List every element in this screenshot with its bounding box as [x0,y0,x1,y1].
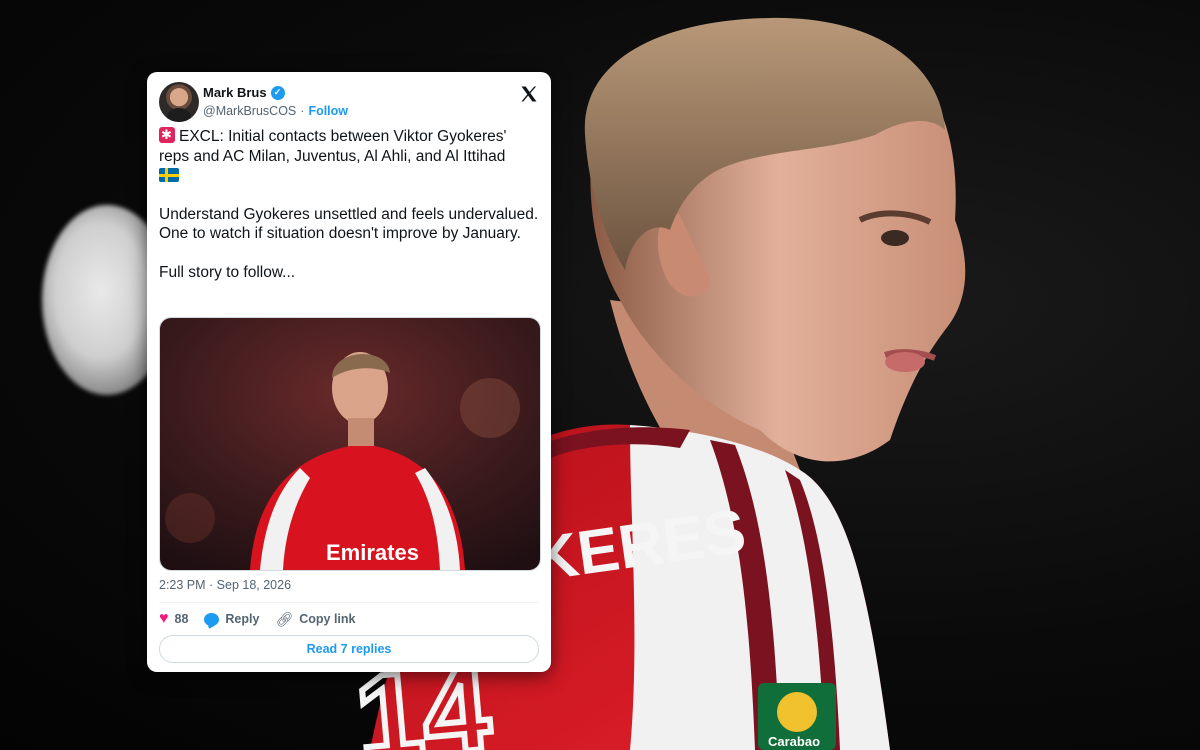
author-name[interactable]: Mark Brus [203,85,267,100]
read-replies-button[interactable]: Read 7 replies [159,635,539,663]
tweet-card: Mark Brus ✓ @MarkBrusCOS · Follow EXCL: … [147,72,551,672]
copy-link-label: Copy link [299,612,356,626]
reply-bubble-icon [204,612,220,626]
reply-label: Reply [225,612,260,626]
heart-icon: ♥ [159,610,169,627]
separator-dot: · [300,104,305,118]
siren-icon [159,125,175,145]
tweet-media-image[interactable]: Emirates [159,317,541,571]
tweet-header: Mark Brus ✓ @MarkBrusCOS · Follow [159,82,539,122]
tweet-line-3: Full story to follow... [159,263,296,281]
media-sponsor-text: Emirates [326,540,419,565]
tweet-actions: ♥ 88 Reply 🔗︎ Copy link [159,610,356,628]
sweden-flag-icon [159,168,179,182]
verified-badge-icon: ✓ [270,85,285,100]
author-row: Mark Brus ✓ [203,85,285,100]
like-button[interactable]: ♥ 88 [159,610,188,628]
divider [159,602,539,603]
composite-graphic: GYÖKERES 14 Carabao Mark Brus ✓ @MarkBru… [0,0,1200,750]
link-icon: 🔗︎ [275,610,294,627]
handle-row: @MarkBrusCOS · Follow [203,104,348,118]
x-logo-icon[interactable] [519,84,539,104]
author-handle[interactable]: @MarkBrusCOS [203,104,296,118]
avatar[interactable] [159,82,199,122]
like-count: 88 [174,612,189,626]
tweet-line-2: Understand Gyokeres unsettled and feels … [159,205,539,243]
copy-link-button[interactable]: 🔗︎ Copy link [275,611,355,628]
tweet-line-1: EXCL: Initial contacts between Viktor Gy… [159,128,507,165]
tweet-timestamp[interactable]: 2:23 PM · Sep 18, 2026 [159,578,291,592]
follow-button[interactable]: Follow [308,104,348,118]
badge-text: Carabao [768,734,820,749]
tweet-body: EXCL: Initial contacts between Viktor Gy… [159,125,539,301]
reply-button[interactable]: Reply [204,612,259,626]
